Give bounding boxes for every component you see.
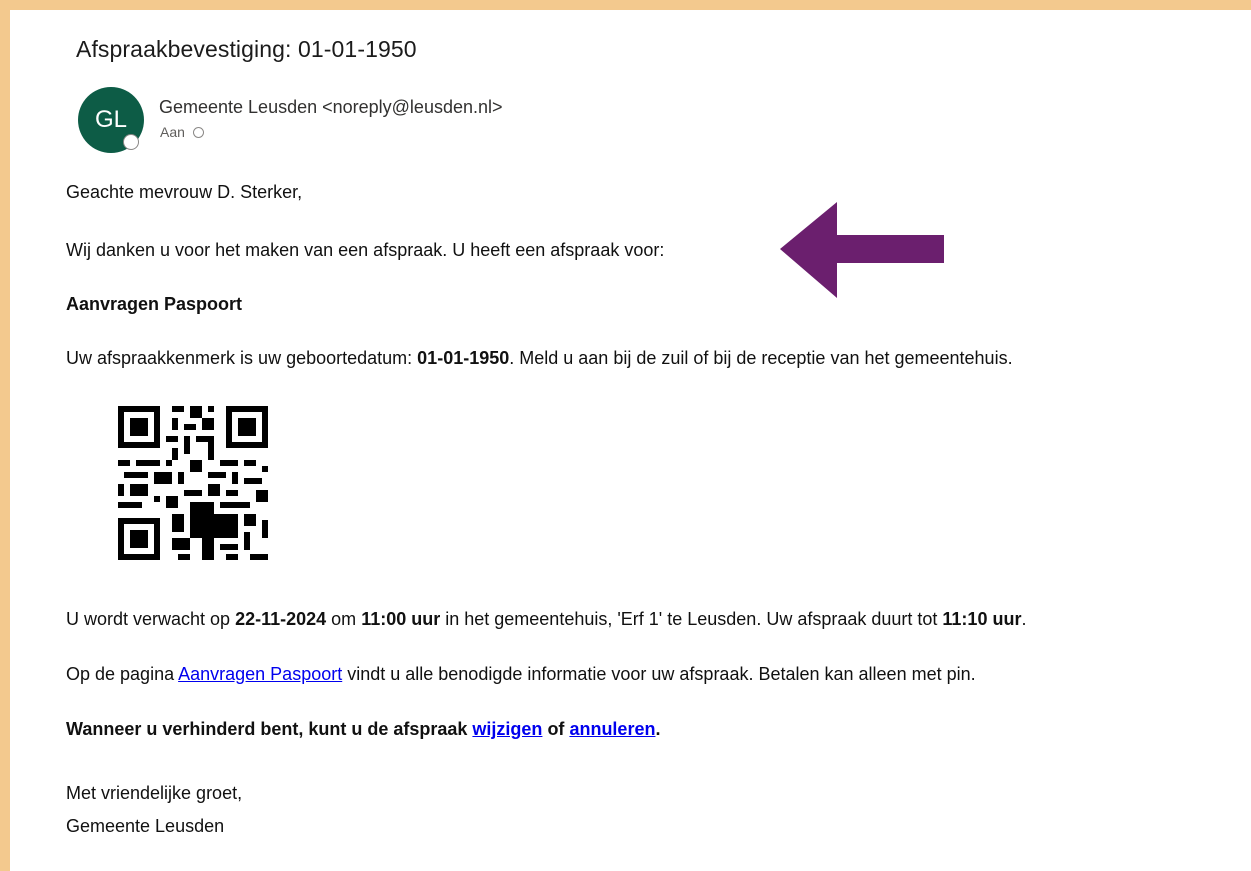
reference-suffix: . Meld u aan bij de zuil of bij de recep… xyxy=(509,348,1013,368)
sender-name[interactable]: Gemeente Leusden <noreply@leusden.nl> xyxy=(159,97,503,118)
details-text-3: in het gemeentehuis, 'Erf 1' te Leusden.… xyxy=(440,609,943,629)
aanvragen-paspoort-link[interactable]: Aanvragen Paspoort xyxy=(178,664,342,684)
annuleren-link[interactable]: annuleren xyxy=(569,719,655,739)
details-text-1: U wordt verwacht op xyxy=(66,609,236,629)
reference-value: 01-01-1950 xyxy=(417,348,510,368)
appointment-type-label: Aanvragen Paspoort xyxy=(66,294,243,314)
appointment-date: 22-11-2024 xyxy=(235,609,327,629)
left-arrow-icon xyxy=(780,202,944,298)
email-frame: Afspraakbevestiging: 01-01-1950 GL Gemee… xyxy=(10,10,1251,871)
signature: Gemeente Leusden xyxy=(66,816,225,836)
recipient-row: Aan xyxy=(160,124,204,140)
appointment-type: Aanvragen Paspoort xyxy=(66,294,242,315)
recipient-presence-icon xyxy=(192,126,204,138)
info-text: Op de pagina Aanvragen Paspoort vindt u … xyxy=(66,664,976,685)
details-text-4: . xyxy=(1021,609,1027,629)
reference-text: Uw afspraakkenmerk is uw geboortedatum: … xyxy=(66,348,1013,369)
email-subject: Afspraakbevestiging: 01-01-1950 xyxy=(76,36,417,62)
qr-code-image xyxy=(118,406,268,560)
change-text: Wanneer u verhinderd bent, kunt u de afs… xyxy=(66,719,660,740)
appointment-time: 11:00 uur xyxy=(361,609,441,629)
thanks-text: Wij danken u voor het maken van een afsp… xyxy=(66,240,665,260)
greeting: Geachte mevrouw D. Sterker, xyxy=(66,182,303,202)
change-prefix: Wanneer u verhinderd bent, kunt u de afs… xyxy=(66,719,473,739)
reference-prefix: Uw afspraakkenmerk is uw geboortedatum: xyxy=(66,348,418,368)
appointment-details: U wordt verwacht op 22-11-2024 om 11:00 … xyxy=(66,609,1026,630)
info-suffix: vindt u alle benodigde informatie voor u… xyxy=(342,664,976,684)
to-label: Aan xyxy=(160,124,185,140)
change-mid: of xyxy=(542,719,570,739)
details-text-2: om xyxy=(326,609,362,629)
change-suffix: . xyxy=(655,719,661,739)
wijzigen-link[interactable]: wijzigen xyxy=(472,719,542,739)
presence-status-icon xyxy=(123,134,139,150)
info-prefix: Op de pagina xyxy=(66,664,179,684)
closing: Met vriendelijke groet, xyxy=(66,783,243,803)
appointment-end-time: 11:10 uur xyxy=(942,609,1022,629)
